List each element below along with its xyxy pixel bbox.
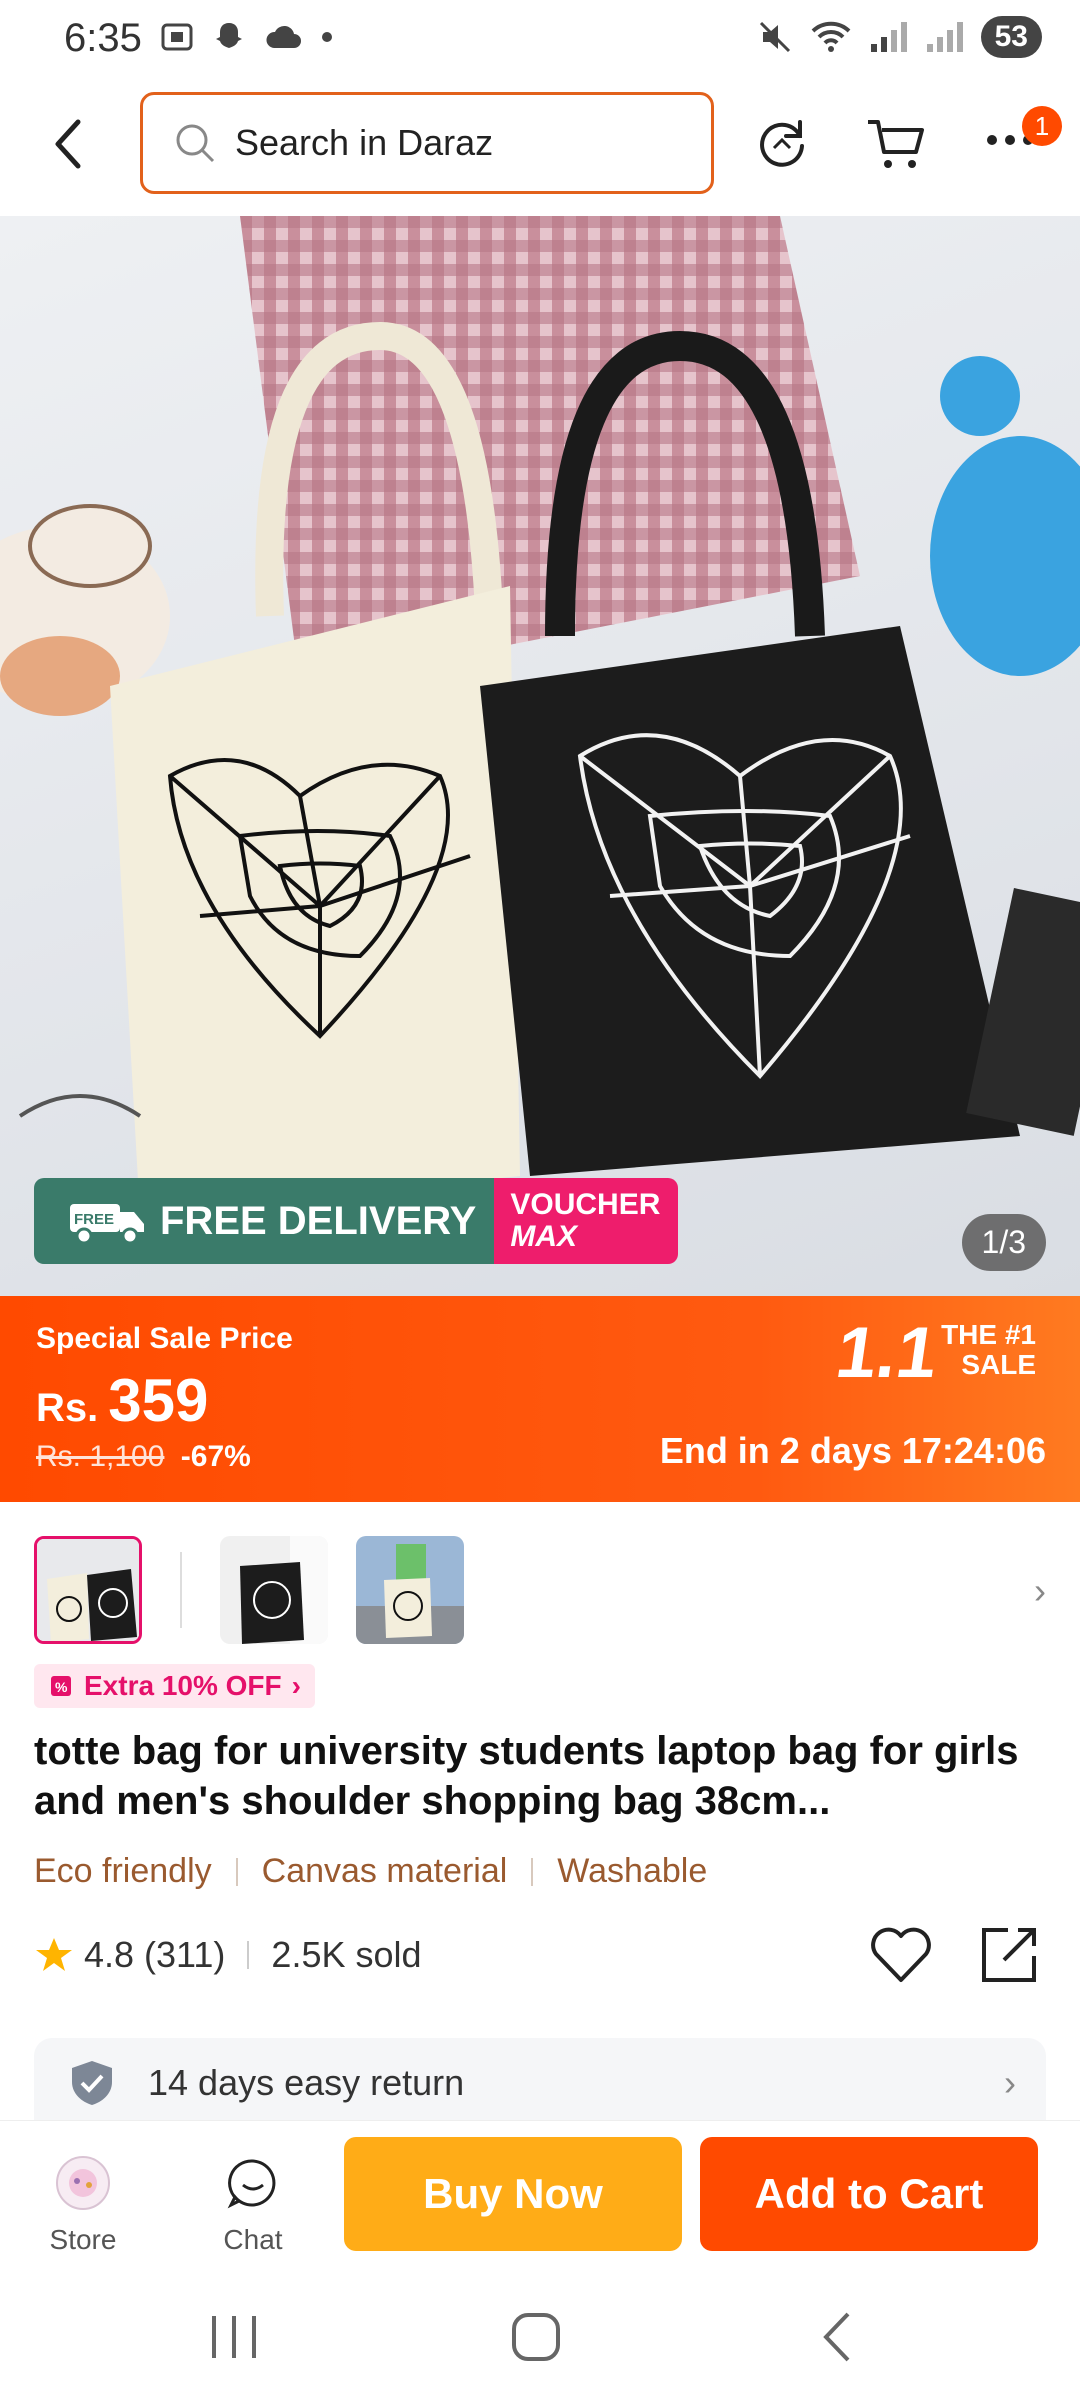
- cloud-icon: [266, 25, 301, 48]
- signal-2-icon: [926, 22, 963, 52]
- thumbnail-3[interactable]: [356, 1536, 464, 1644]
- rating-row[interactable]: 4.8 (311) 2.5K sold: [34, 1934, 422, 1976]
- campaign-logo-text: THE #1 SALE: [941, 1320, 1036, 1380]
- store-logo-icon: [56, 2156, 110, 2210]
- sale-price-banner: Special Sale Price Rs. 359 Rs. 1,100 -67%…: [0, 1296, 1080, 1502]
- search-placeholder: Search in Daraz: [235, 122, 494, 163]
- dot-icon: [322, 32, 332, 42]
- chat-button[interactable]: Chat: [198, 2155, 308, 2256]
- product-title: totte bag for university students laptop…: [34, 1729, 1019, 1823]
- voucher-line-2: MAX: [510, 1220, 578, 1253]
- glasses: [18, 1094, 142, 1118]
- product-photo: [0, 216, 1080, 1216]
- product-tags: Eco friendly Canvas material Washable: [34, 1852, 707, 1891]
- svg-text:%: %: [55, 1679, 68, 1695]
- chat-label: Chat: [223, 2224, 283, 2255]
- buy-now-button[interactable]: Buy Now: [344, 2137, 682, 2251]
- return-policy-text: 14 days easy return: [148, 2062, 465, 2103]
- free-delivery-badge: FREE FREE DELIVERY: [34, 1178, 495, 1264]
- image-counter: 1/3: [961, 1214, 1046, 1271]
- sale-countdown: End in 2 days 17:24:06: [659, 1430, 1046, 1471]
- chevron-right-icon: ›: [291, 1670, 301, 1701]
- discount-percent: -67%: [180, 1440, 251, 1473]
- heart-icon[interactable]: [866, 1920, 936, 1990]
- back-icon[interactable]: [800, 2302, 880, 2372]
- voucher-line-1: VOUCHER: [510, 1188, 661, 1221]
- thumbnail-2[interactable]: [220, 1536, 328, 1644]
- campaign-logo-number: 1.1: [830, 1313, 943, 1393]
- menu-badge: 1: [1022, 106, 1062, 146]
- sold-count: 2.5K sold: [271, 1934, 422, 1975]
- review-count: (311): [144, 1934, 226, 1975]
- thumbnail-2-image: [220, 1536, 328, 1644]
- refresh-icon[interactable]: [750, 112, 814, 176]
- extra-discount-text: Extra 10% OFF: [84, 1670, 282, 1701]
- share-icon[interactable]: [974, 1920, 1044, 1990]
- campaign-logo-line-1: THE #1: [941, 1319, 1036, 1350]
- campaign-logo-line-2: SALE: [961, 1349, 1036, 1380]
- recent-apps-icon[interactable]: [194, 2302, 274, 2372]
- battery-indicator: 53: [980, 16, 1042, 58]
- mute-icon: [759, 21, 790, 53]
- tag-eco-friendly: Eco friendly: [34, 1852, 212, 1890]
- search-input[interactable]: Search in Daraz: [140, 92, 714, 194]
- delivery-truck-icon: FREE: [70, 1204, 144, 1245]
- original-price: Rs. 1,100: [36, 1440, 165, 1473]
- store-button[interactable]: Store: [28, 2155, 138, 2256]
- return-policy-row[interactable]: 14 days easy return ›: [34, 2038, 1046, 2128]
- more-menu-button[interactable]: 1: [976, 92, 1076, 192]
- wifi-icon: [811, 21, 851, 52]
- thumbnail-3-image: [356, 1536, 464, 1644]
- voucher-icon: %: [51, 1676, 71, 1696]
- thumbnail-1[interactable]: [34, 1536, 142, 1644]
- blue-plush: [930, 356, 1080, 676]
- thumbnail-strip: ›: [34, 1536, 1046, 1648]
- tag-divider: [235, 1857, 238, 1886]
- chevron-right-icon: ›: [1004, 2062, 1016, 2103]
- voucher-max-badge: VOUCHER MAX: [494, 1178, 679, 1264]
- free-delivery-text: FREE DELIVERY: [160, 1198, 477, 1243]
- add-to-cart-button[interactable]: Add to Cart: [700, 2137, 1038, 2251]
- home-icon[interactable]: [496, 2302, 576, 2372]
- tag-canvas-material: Canvas material: [261, 1852, 508, 1890]
- thumbnail-1-image: [37, 1539, 139, 1641]
- status-bar: 6:35 53: [0, 0, 1080, 80]
- cart-icon[interactable]: [864, 112, 928, 176]
- snapchat-icon: [216, 23, 242, 48]
- signal-icon: [870, 22, 907, 52]
- bottom-action-bar: Store Chat Buy Now Add to Cart: [0, 2120, 1080, 2270]
- tag-washable: Washable: [557, 1852, 708, 1890]
- campaign-logo: 1.1 THE #1 SALE: [831, 1312, 1036, 1394]
- free-badge-text: FREE: [74, 1211, 114, 1228]
- sale-label: Special Sale Price: [36, 1322, 293, 1355]
- star-icon: [36, 1938, 72, 1971]
- shield-check-icon: [72, 2061, 112, 2105]
- status-time: 6:35: [64, 16, 142, 60]
- sale-price: Rs. 359: [36, 1366, 208, 1435]
- tag-divider: [531, 1857, 534, 1886]
- price-currency: Rs.: [36, 1386, 99, 1430]
- chat-icon: [227, 2159, 276, 2209]
- system-navigation-bar: [0, 2280, 1080, 2400]
- status-system-icons: 53: [757, 16, 1042, 58]
- thumbnail-divider: [180, 1552, 182, 1628]
- rating-divider: [247, 1941, 250, 1969]
- chevron-right-icon[interactable]: ›: [1034, 1570, 1046, 1612]
- screenshot-icon: [161, 23, 193, 51]
- extra-discount-tag[interactable]: % Extra 10% OFF ›: [34, 1664, 315, 1708]
- rating-value: 4.8: [84, 1934, 135, 1975]
- back-arrow-icon[interactable]: [40, 114, 100, 174]
- search-icon: [176, 124, 215, 163]
- promo-banner: FREE FREE DELIVERY VOUCHER MAX: [34, 1178, 679, 1264]
- price-value: 359: [108, 1367, 209, 1434]
- store-label: Store: [49, 2224, 117, 2255]
- top-navigation: Search in Daraz 1: [0, 92, 1080, 196]
- status-notification-icons: [160, 20, 334, 54]
- product-image-gallery[interactable]: FREE FREE DELIVERY VOUCHER MAX 1/3: [0, 216, 1080, 1296]
- original-price-row: Rs. 1,100 -67%: [36, 1440, 251, 1474]
